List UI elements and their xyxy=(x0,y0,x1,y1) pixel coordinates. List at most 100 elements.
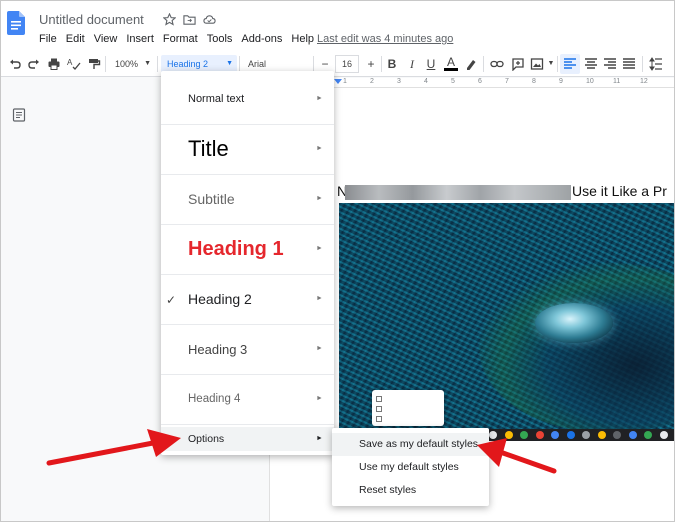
decrease-font-size-button[interactable]: − xyxy=(318,57,332,71)
menu-view[interactable]: View xyxy=(94,33,118,45)
menu-format[interactable]: Format xyxy=(163,33,198,45)
last-edit-link[interactable]: Last edit was 4 minutes ago xyxy=(317,33,453,45)
add-comment-icon[interactable] xyxy=(511,57,525,71)
document-outline-icon[interactable] xyxy=(12,108,26,122)
chevron-right-icon: ► xyxy=(316,245,323,252)
ruler-mark: 8 xyxy=(532,78,536,85)
style-item-label: Heading 1 xyxy=(188,238,284,260)
toolbar-separator xyxy=(557,56,558,72)
toolbar-separator xyxy=(105,56,106,72)
zoom-value: 100% xyxy=(115,59,139,69)
app-window: Untitled document File Edit View Insert … xyxy=(0,0,675,522)
style-item-heading-2[interactable]: ✓ Heading 2 ► xyxy=(161,275,334,325)
chevron-right-icon: ► xyxy=(316,395,323,402)
text-color-button[interactable]: A xyxy=(444,55,458,71)
style-item-heading-1[interactable]: Heading 1 ► xyxy=(161,225,334,275)
mini-menu-item xyxy=(376,393,440,403)
paint-format-icon[interactable] xyxy=(87,57,101,71)
ruler-mark: 1 xyxy=(343,78,347,85)
shelf-app-icon xyxy=(582,431,590,439)
bold-button[interactable]: B xyxy=(385,57,399,71)
style-item-label: Subtitle xyxy=(188,191,235,207)
shelf-app-icon xyxy=(628,431,637,439)
blurred-text xyxy=(345,185,571,200)
toolbar-separator xyxy=(313,56,314,72)
document-title[interactable]: Untitled document xyxy=(39,12,144,27)
move-folder-icon[interactable] xyxy=(183,13,196,26)
ruler-mark: 10 xyxy=(586,78,594,85)
paragraph-style-menu: Normal text ► Title ► Subtitle ► Heading… xyxy=(161,71,334,455)
water-drop xyxy=(535,303,613,343)
ruler-mark: 4 xyxy=(424,78,428,85)
indent-marker-icon[interactable] xyxy=(333,78,343,86)
chevron-right-icon: ► xyxy=(316,95,323,102)
options-submenu: Save as my default styles Use my default… xyxy=(332,428,489,506)
use-default-styles-item[interactable]: Use my default styles xyxy=(332,456,489,479)
spellcheck-icon[interactable]: A xyxy=(67,57,81,71)
undo-icon[interactable] xyxy=(8,57,22,71)
shelf-app-icon xyxy=(535,431,544,439)
chevron-right-icon: ► xyxy=(316,435,323,442)
highlight-color-icon[interactable] xyxy=(464,57,478,71)
style-item-label: Heading 3 xyxy=(188,342,248,357)
shelf-app-icon xyxy=(566,431,575,439)
align-left-button[interactable] xyxy=(560,54,580,74)
style-item-label: Heading 4 xyxy=(188,393,241,405)
ruler-mark: 6 xyxy=(478,78,482,85)
italic-button[interactable]: I xyxy=(405,57,419,71)
redo-icon[interactable] xyxy=(27,57,41,71)
ruler-mark: 9 xyxy=(559,78,563,85)
chevron-down-icon[interactable]: ▼ xyxy=(544,57,558,71)
style-item-options[interactable]: Options ► xyxy=(161,427,334,451)
style-item-heading-4[interactable]: Heading 4 ► xyxy=(161,375,334,425)
shelf-app-icon xyxy=(644,431,652,439)
chevron-right-icon: ► xyxy=(316,145,323,152)
insert-image-icon[interactable] xyxy=(530,57,544,71)
style-item-normal-text[interactable]: Normal text ► xyxy=(161,73,334,125)
align-right-icon[interactable] xyxy=(603,57,617,71)
menu-file[interactable]: File xyxy=(39,33,57,45)
toolbar-separator xyxy=(483,56,484,72)
shelf-app-icon xyxy=(489,431,497,439)
toolbar-separator xyxy=(642,56,643,72)
cloud-saved-icon[interactable] xyxy=(203,13,216,26)
underline-button[interactable]: U xyxy=(424,57,438,71)
menu-insert[interactable]: Insert xyxy=(126,33,154,45)
chevron-right-icon: ► xyxy=(316,345,323,352)
insert-link-icon[interactable] xyxy=(490,57,504,71)
mini-menu-item xyxy=(376,403,440,413)
toolbar: A 100% ▼ Heading 2 ▼ Arial − 16 + B I U A … xyxy=(1,51,674,77)
document-heading-end[interactable]: Use it Like a Pr xyxy=(572,183,667,199)
shelf-app-icon xyxy=(520,431,528,439)
horizontal-ruler[interactable]: 1 2 3 4 5 6 7 8 9 10 11 12 xyxy=(333,78,674,88)
zoom-dropdown[interactable]: 100% ▼ xyxy=(109,55,155,73)
style-item-subtitle[interactable]: Subtitle ► xyxy=(161,175,334,225)
google-docs-logo-icon[interactable] xyxy=(7,11,25,35)
shelf-app-icon xyxy=(551,431,559,439)
save-as-default-styles-item[interactable]: Save as my default styles xyxy=(332,433,489,456)
style-item-heading-3[interactable]: Heading 3 ► xyxy=(161,325,334,375)
menu-addons[interactable]: Add-ons xyxy=(241,33,282,45)
menu-tools[interactable]: Tools xyxy=(207,33,233,45)
toolbar-separator xyxy=(239,56,240,72)
style-item-title[interactable]: Title ► xyxy=(161,125,334,175)
line-spacing-icon[interactable] xyxy=(649,57,663,71)
increase-font-size-button[interactable]: + xyxy=(364,57,378,71)
star-icon[interactable] xyxy=(163,13,176,26)
screenshot-context-menu xyxy=(372,390,444,426)
ruler-mark: 7 xyxy=(505,78,509,85)
reset-styles-item[interactable]: Reset styles xyxy=(332,479,489,502)
mini-menu-item xyxy=(376,413,440,423)
ruler-mark: 5 xyxy=(451,78,455,85)
menu-edit[interactable]: Edit xyxy=(66,33,85,45)
ruler-mark: 2 xyxy=(370,78,374,85)
shelf-app-icon xyxy=(613,431,621,439)
style-value: Heading 2 xyxy=(167,59,209,69)
toolbar-separator xyxy=(157,56,158,72)
align-center-icon[interactable] xyxy=(584,57,598,71)
style-item-label: Title xyxy=(188,136,229,161)
justify-icon[interactable] xyxy=(622,57,636,71)
print-icon[interactable] xyxy=(47,57,61,71)
font-size-input[interactable]: 16 xyxy=(335,55,359,73)
menu-help[interactable]: Help xyxy=(291,33,314,45)
